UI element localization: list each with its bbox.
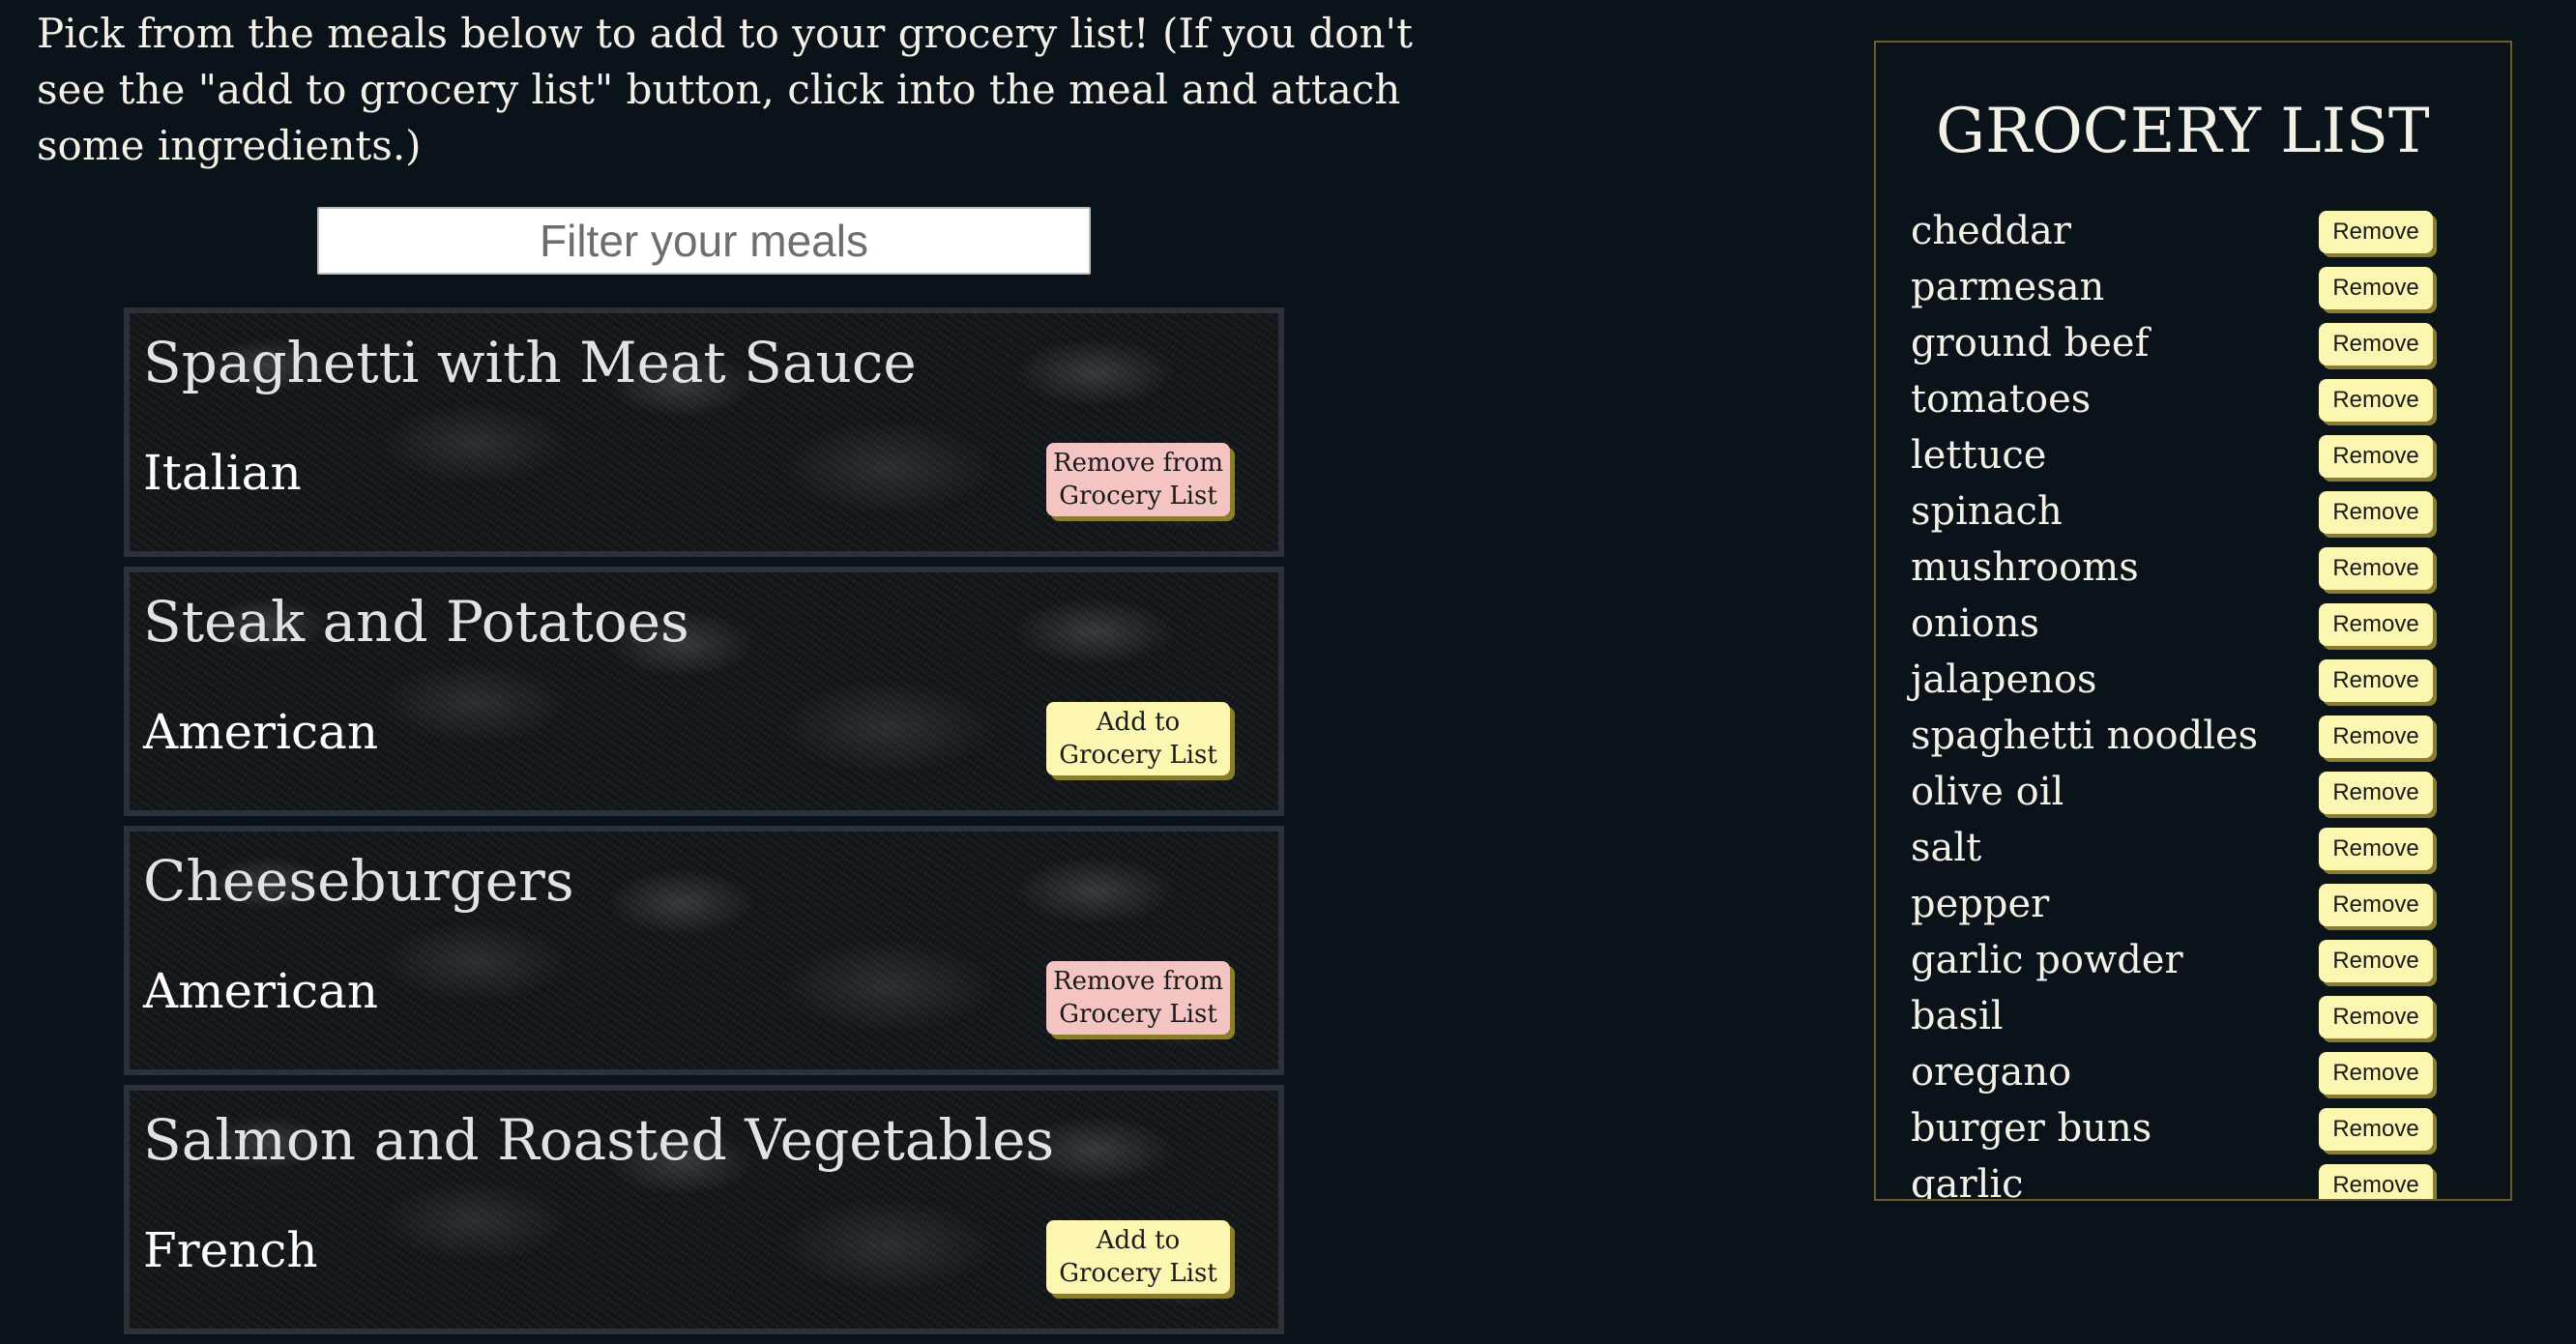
remove-ingredient-button[interactable]: Remove — [2319, 828, 2433, 870]
ingredient-name: pepper — [1911, 882, 2050, 926]
meal-name: Spaghetti with Meat Sauce — [143, 330, 917, 395]
intro-text: Pick from the meals below to add to your… — [37, 10, 1413, 169]
grocery-item: oregano Remove — [1911, 1046, 2481, 1102]
grocery-item: burger buns Remove — [1911, 1102, 2481, 1158]
remove-from-grocery-list-button[interactable]: Remove from Grocery List — [1046, 961, 1230, 1035]
remove-ingredient-button[interactable]: Remove — [2319, 211, 2433, 253]
grocery-item: ground beef Remove — [1911, 317, 2481, 373]
grocery-item: tomatoes Remove — [1911, 373, 2481, 429]
remove-ingredient-button[interactable]: Remove — [2319, 267, 2433, 309]
ingredient-name: mushrooms — [1911, 545, 2139, 590]
meal-card-cheeseburgers[interactable]: Cheeseburgers American Remove from Groce… — [124, 826, 1284, 1075]
ingredient-name: parmesan — [1911, 265, 2105, 309]
ingredient-name: spaghetti noodles — [1911, 714, 2259, 758]
meal-card-salmon[interactable]: Salmon and Roasted Vegetables French Add… — [124, 1085, 1284, 1334]
remove-ingredient-button[interactable]: Remove — [2319, 547, 2433, 590]
ingredient-name: jalapenos — [1911, 657, 2097, 702]
meal-name: Cheeseburgers — [143, 848, 574, 914]
remove-ingredient-button[interactable]: Remove — [2319, 884, 2433, 926]
ingredient-name: tomatoes — [1911, 377, 2092, 422]
remove-ingredient-button[interactable]: Remove — [2319, 940, 2433, 982]
grocery-list-title: GROCERY LIST — [1936, 96, 2430, 167]
remove-ingredient-button[interactable]: Remove — [2319, 659, 2433, 702]
meal-name: Steak and Potatoes — [143, 589, 689, 655]
grocery-item: jalapenos Remove — [1911, 654, 2481, 710]
remove-from-grocery-list-button[interactable]: Remove from Grocery List — [1046, 443, 1230, 516]
meal-cuisine: Italian — [143, 445, 302, 501]
grocery-item: mushrooms Remove — [1911, 541, 2481, 598]
meal-card-spaghetti[interactable]: Spaghetti with Meat Sauce Italian Remove… — [124, 307, 1284, 557]
ingredient-name: oregano — [1911, 1050, 2072, 1095]
grocery-list-panel: GROCERY LIST cheddar Remove parmesan Rem… — [1874, 41, 2512, 1201]
meal-list: Spaghetti with Meat Sauce Italian Remove… — [124, 307, 1284, 1344]
remove-ingredient-button[interactable]: Remove — [2319, 1052, 2433, 1095]
meal-card-steak[interactable]: Steak and Potatoes American Add to Groce… — [124, 567, 1284, 816]
add-to-grocery-list-button[interactable]: Add to Grocery List — [1046, 1220, 1230, 1294]
ingredient-name: burger buns — [1911, 1106, 2152, 1151]
ingredient-name: ground beef — [1911, 321, 2150, 365]
remove-ingredient-button[interactable]: Remove — [2319, 996, 2433, 1038]
meal-name: Salmon and Roasted Vegetables — [143, 1107, 1055, 1173]
grocery-item: lettuce Remove — [1911, 429, 2481, 485]
remove-ingredient-button[interactable]: Remove — [2319, 772, 2433, 814]
grocery-item: olive oil Remove — [1911, 766, 2481, 822]
ingredient-name: cheddar — [1911, 209, 2072, 253]
grocery-item: onions Remove — [1911, 598, 2481, 654]
remove-ingredient-button[interactable]: Remove — [2319, 491, 2433, 534]
grocery-item: spinach Remove — [1911, 485, 2481, 541]
remove-ingredient-button[interactable]: Remove — [2319, 1108, 2433, 1151]
grocery-item: basil Remove — [1911, 990, 2481, 1046]
grocery-item: spaghetti noodles Remove — [1911, 710, 2481, 766]
ingredient-name: salt — [1911, 826, 1982, 870]
grocery-item: cheddar Remove — [1911, 205, 2481, 261]
grocery-item: garlic Remove — [1911, 1158, 2481, 1201]
grocery-items: cheddar Remove parmesan Remove ground be… — [1911, 205, 2481, 1201]
grocery-item: parmesan Remove — [1911, 261, 2481, 317]
meal-cuisine: American — [143, 963, 379, 1019]
remove-ingredient-button[interactable]: Remove — [2319, 603, 2433, 646]
grocery-item: salt Remove — [1911, 822, 2481, 878]
ingredient-name: garlic — [1911, 1162, 2024, 1201]
ingredient-name: basil — [1911, 994, 2004, 1038]
ingredient-name: garlic powder — [1911, 938, 2183, 982]
remove-ingredient-button[interactable]: Remove — [2319, 1164, 2433, 1199]
remove-ingredient-button[interactable]: Remove — [2319, 435, 2433, 478]
remove-ingredient-button[interactable]: Remove — [2319, 379, 2433, 422]
ingredient-name: olive oil — [1911, 770, 2064, 814]
ingredient-name: spinach — [1911, 489, 2063, 534]
ingredient-name: onions — [1911, 601, 2040, 646]
meal-cuisine: American — [143, 704, 379, 760]
filter-meals-input[interactable] — [317, 207, 1091, 275]
ingredient-name: lettuce — [1911, 433, 2047, 478]
add-to-grocery-list-button[interactable]: Add to Grocery List — [1046, 702, 1230, 775]
grocery-item: pepper Remove — [1911, 878, 2481, 934]
meal-cuisine: French — [143, 1222, 318, 1278]
grocery-item: garlic powder Remove — [1911, 934, 2481, 990]
remove-ingredient-button[interactable]: Remove — [2319, 716, 2433, 758]
remove-ingredient-button[interactable]: Remove — [2319, 323, 2433, 365]
